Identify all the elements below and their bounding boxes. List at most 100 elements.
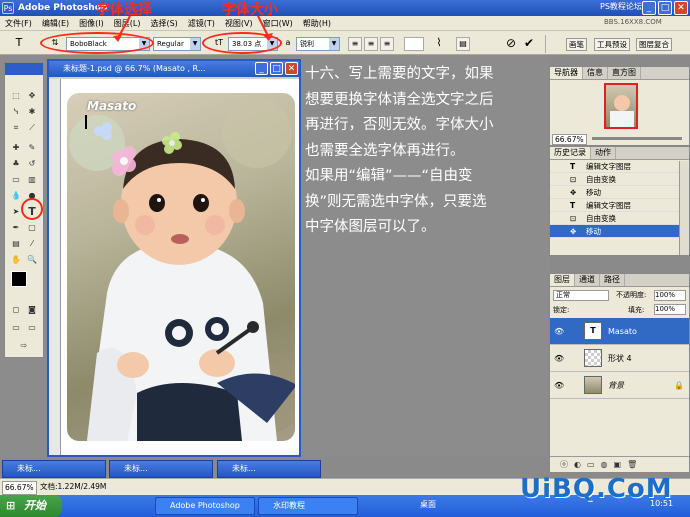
hand-tool-icon[interactable]: ✋	[9, 253, 23, 266]
document-title: 未标题-1.psd @ 66.7% (Masato , R...	[63, 64, 206, 73]
brand-watermark: UiBQ.CoM	[520, 474, 673, 504]
eraser-tool-icon[interactable]: ▭	[9, 173, 23, 186]
tab-paths[interactable]: 路径	[600, 274, 625, 286]
minimized-doc-3[interactable]: 未标...	[217, 460, 321, 478]
status-doc-size: 文档:1.22M/2.49M	[40, 482, 107, 491]
annotation-arrows	[113, 15, 273, 42]
tab-info[interactable]: 信息	[583, 67, 608, 79]
history-item[interactable]: ⊡ 自由变换	[550, 212, 689, 225]
tutorial-line-2: 想要更换字体请全选文字之后	[305, 91, 494, 108]
taskbar-folder-button[interactable]: 水印教程	[258, 497, 358, 515]
highlight-type-tool	[21, 198, 43, 220]
lock-label: 锁定:	[553, 306, 570, 314]
tab-actions[interactable]: 动作	[591, 147, 616, 159]
layer-name: Masato	[608, 327, 637, 336]
lock-icon: 🔒	[674, 381, 684, 390]
eye-icon[interactable]: 👁	[554, 372, 564, 399]
text-cursor	[85, 115, 87, 129]
eye-icon[interactable]: 👁	[554, 345, 564, 372]
canvas[interactable]: Masato	[61, 79, 299, 455]
navigator-tabs: 导航器 信息 直方图	[550, 67, 689, 80]
taskbar-photoshop-button[interactable]: Adobe Photoshop	[155, 497, 255, 515]
healing-brush-icon[interactable]: ✚	[9, 141, 23, 154]
foreground-color-swatch[interactable]	[11, 271, 27, 287]
vertical-ruler	[49, 79, 61, 455]
start-button[interactable]: ⊞ 开始	[0, 495, 62, 517]
clone-stamp-icon[interactable]: ♣	[9, 157, 23, 170]
layer-name: 形状 4	[608, 354, 632, 363]
jump-to-imageready-icon[interactable]: ⇨	[17, 339, 31, 352]
tab-layers[interactable]: 图层	[550, 274, 575, 286]
opacity-input[interactable]: 100%	[654, 290, 686, 301]
tab-navigator[interactable]: 导航器	[550, 67, 583, 79]
minimized-doc-1[interactable]: 未标...	[2, 460, 106, 478]
transform-icon: ⊡	[570, 175, 577, 184]
doc-close-button[interactable]: ✕	[285, 62, 298, 75]
magic-wand-tool-icon[interactable]: ✱	[25, 105, 39, 118]
navigator-zoom[interactable]: 66.67%	[552, 134, 587, 145]
fill-label: 填充:	[628, 306, 645, 314]
minimized-doc-2[interactable]: 未标...	[109, 460, 213, 478]
layer-actions-bar[interactable]: ⓞ◐▭◍▣🗑	[550, 456, 689, 472]
zoom-slider[interactable]	[592, 137, 682, 140]
history-brush-icon[interactable]: ↺	[25, 157, 39, 170]
history-scrollbar[interactable]	[679, 161, 689, 255]
toolbox: ⬚ ✥ ᓭ ✱ ⌗ ⟋ ✚ ✎ ♣ ↺ ▭ ▥ 💧 ● ➤ T ✒ ▢ ▤ ⁄ …	[4, 62, 44, 358]
baby-photo: Masato	[67, 93, 295, 441]
blur-tool-icon[interactable]: 💧	[9, 189, 23, 202]
tutorial-line-3: 再进行，否则无效。字体大小	[305, 117, 494, 133]
tutorial-line-1: 十六、写上需要的文字，如果	[305, 66, 494, 82]
status-zoom[interactable]: 66.67%	[2, 481, 37, 495]
layer-row-shape[interactable]: 👁 形状 4	[550, 345, 689, 372]
layer-list: 👁 T Masato 👁 形状 4 👁 背景 🔒	[550, 318, 689, 399]
history-item-selected[interactable]: ✥ 移动	[550, 225, 689, 238]
gradient-tool-icon[interactable]: ▥	[25, 173, 39, 186]
tab-histogram[interactable]: 直方图	[608, 67, 641, 79]
tutorial-text: 十六、写上需要的文字，如果 想要更换字体请全选文字之后 再进行，否则无效。字体大…	[302, 62, 549, 302]
screen-mode-2-icon[interactable]: ▭	[25, 321, 39, 334]
screen-mode-1-icon[interactable]: ▭	[9, 321, 23, 334]
crop-tool-icon[interactable]: ⌗	[9, 121, 23, 134]
move-icon: ✥	[570, 188, 577, 197]
baby-illustration	[69, 98, 295, 441]
tab-history[interactable]: 历史记录	[550, 147, 591, 159]
fill-input[interactable]: 100%	[654, 304, 686, 315]
tab-channels[interactable]: 通道	[575, 274, 600, 286]
history-panel: 历史记录 动作 T 编辑文字图层 ⊡ 自由变换 ✥ 移动 T 编辑文字图层 ⊡ 自由变换 …	[549, 146, 690, 256]
navigator-panel: 导航器 信息 直方图 66.67%	[549, 66, 690, 146]
eye-icon[interactable]: 👁	[554, 318, 564, 345]
quickmask-mode-icon[interactable]: ◙	[25, 303, 39, 316]
marquee-tool-icon[interactable]: ⬚	[9, 89, 23, 102]
standard-mode-icon[interactable]: ◻	[9, 303, 23, 316]
windows-logo-icon: ⊞	[6, 499, 16, 512]
layer-row-masato[interactable]: 👁 T Masato	[550, 318, 689, 345]
history-item[interactable]: T 编辑文字图层	[550, 199, 689, 212]
transform-icon: ⊡	[570, 214, 577, 223]
slice-tool-icon[interactable]: ⟋	[25, 121, 39, 134]
history-tabs: 历史记录 动作	[550, 147, 689, 160]
desktop-label[interactable]: 桌面	[420, 499, 436, 510]
pen-tool-icon[interactable]: ✒	[9, 221, 23, 234]
history-item[interactable]: T 编辑文字图层	[550, 160, 689, 173]
brush-tool-icon[interactable]: ✎	[25, 141, 39, 154]
type-icon: T	[570, 162, 576, 171]
history-item[interactable]: ✥ 移动	[550, 186, 689, 199]
lasso-tool-icon[interactable]: ᓭ	[9, 105, 23, 118]
blend-mode-select[interactable]: 正常	[553, 290, 609, 301]
eyedropper-tool-icon[interactable]: ⁄	[25, 237, 39, 250]
type-layer-thumb-icon: T	[584, 322, 602, 340]
tutorial-line-7: 中字体图层可以了。	[305, 219, 436, 235]
shape-tool-icon[interactable]: ▢	[25, 221, 39, 234]
type-icon: T	[570, 201, 576, 210]
history-item[interactable]: ⊡ 自由变换	[550, 173, 689, 186]
zoom-tool-icon[interactable]: 🔍	[25, 253, 39, 266]
layers-panel: 图层 通道 路径 正常 不透明度: 100% 锁定: 填充: 100% 👁 T …	[549, 273, 690, 473]
doc-maximize-button[interactable]: □	[270, 62, 283, 75]
tutorial-line-6: 换”则无需选中字体，只要选	[305, 193, 487, 210]
doc-minimize-button[interactable]: _	[255, 62, 268, 75]
layer-row-background[interactable]: 👁 背景 🔒	[550, 372, 689, 399]
notes-tool-icon[interactable]: ▤	[9, 237, 23, 250]
masato-text-layer[interactable]: Masato	[87, 99, 136, 113]
move-tool-icon[interactable]: ✥	[25, 89, 39, 102]
navigator-thumbnail[interactable]	[604, 83, 638, 129]
